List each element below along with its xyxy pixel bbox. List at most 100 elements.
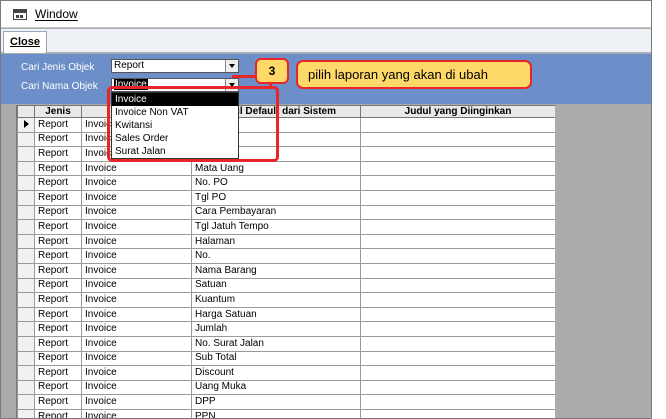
cell-judul-default: Kuantum <box>191 292 361 308</box>
cell-judul-default: Cara Pembayaran <box>191 204 361 221</box>
row-selector[interactable] <box>17 248 35 264</box>
current-row-pointer-icon <box>23 120 29 129</box>
cell-judul-diinginkan[interactable] <box>360 292 555 308</box>
cell-jenis: Report <box>34 204 82 221</box>
cell-judul-diinginkan[interactable] <box>360 365 555 381</box>
close-button[interactable]: Close <box>3 31 47 53</box>
cell-judul-default: Mata Uang <box>191 160 361 177</box>
cell-judul-diinginkan[interactable] <box>360 175 555 191</box>
cell-jenis: Report <box>34 306 82 323</box>
cell-judul-default: Tgl PO <box>191 189 361 206</box>
table-row[interactable]: Report Invoice No. PO <box>17 175 555 191</box>
cell-judul-diinginkan[interactable] <box>360 248 555 264</box>
cell-judul-diinginkan[interactable] <box>360 379 555 396</box>
window-title[interactable]: Window <box>35 7 78 21</box>
nama-objek-dropdown-list: Invoice Invoice Non VAT Kwitansi Sales Orde… <box>111 92 239 159</box>
cell-judul-default: Discount <box>191 365 361 381</box>
jenis-objek-combo[interactable]: Report <box>111 59 239 73</box>
cell-nama: Invoice <box>81 160 192 177</box>
cell-jenis: Report <box>34 335 82 352</box>
row-selector[interactable] <box>17 175 35 191</box>
table-row[interactable]: ReportInvoiceINVOICE <box>17 117 555 133</box>
cell-judul-diinginkan[interactable] <box>360 306 555 323</box>
table-row[interactable]: Report Invoice Discount <box>17 365 555 381</box>
row-selector[interactable] <box>17 189 35 206</box>
cell-judul-diinginkan[interactable] <box>360 233 555 250</box>
row-selector[interactable] <box>17 379 35 396</box>
dropdown-item[interactable]: Invoice Non VAT <box>112 106 238 119</box>
cell-judul-default: No. Surat Jalan <box>191 335 361 352</box>
table-row[interactable]: Report Invoice Jumlah <box>17 321 555 337</box>
dropdown-item[interactable]: Surat Jalan <box>112 145 238 158</box>
row-selector[interactable] <box>17 219 35 235</box>
row-selector[interactable] <box>17 292 35 308</box>
row-selector[interactable] <box>17 365 35 381</box>
cell-judul-diinginkan[interactable] <box>360 160 555 177</box>
row-selector[interactable] <box>17 262 35 279</box>
table-row[interactable]: Report Invoice Cara Pembayaran <box>17 204 555 221</box>
table-row[interactable]: Report Invoice Harga Satuan <box>17 306 555 323</box>
cell-judul-diinginkan[interactable] <box>360 146 555 162</box>
row-selector[interactable] <box>17 131 35 148</box>
table-row[interactable]: Report Invoice Tgl Jatuh Tempo <box>17 219 555 235</box>
cell-judul-diinginkan[interactable] <box>360 117 555 133</box>
table-row[interactable]: Report Invoice Halaman <box>17 233 555 250</box>
row-selector[interactable] <box>17 204 35 221</box>
row-selector[interactable] <box>17 146 35 162</box>
cell-judul-diinginkan[interactable] <box>360 335 555 352</box>
dropdown-item[interactable]: Kwitansi <box>112 119 238 132</box>
nama-objek-combo[interactable]: Invoice <box>111 78 239 92</box>
cell-jenis: Report <box>34 365 82 381</box>
cell-judul-diinginkan[interactable] <box>360 394 555 410</box>
row-selector[interactable] <box>17 335 35 352</box>
table-row[interactable]: Report Invoice Kuantum <box>17 292 555 308</box>
cell-judul-diinginkan[interactable] <box>360 262 555 279</box>
table-row[interactable]: Report Invoice PPN <box>17 408 555 418</box>
row-selector[interactable] <box>17 394 35 410</box>
table-row[interactable]: Report Invoice Sub Total <box>17 350 555 367</box>
cell-judul-diinginkan[interactable] <box>360 408 555 418</box>
cell-judul-diinginkan[interactable] <box>360 350 555 367</box>
table-row[interactable]: Report Invoice No. Surat Jalan <box>17 335 555 352</box>
row-selector[interactable] <box>17 117 35 133</box>
cell-jenis: Report <box>34 394 82 410</box>
dropdown-item[interactable]: Invoice <box>112 93 238 106</box>
row-selector[interactable] <box>17 306 35 323</box>
cell-judul-diinginkan[interactable] <box>360 189 555 206</box>
table-row[interactable]: ReportInvoiceTanggal <box>17 146 555 162</box>
cell-jenis: Report <box>34 219 82 235</box>
column-header-jenis[interactable]: Jenis <box>34 105 82 118</box>
cell-jenis: Report <box>34 277 82 294</box>
table-row[interactable]: Report Invoice Satuan <box>17 277 555 294</box>
table-row[interactable]: Report Invoice DPP <box>17 394 555 410</box>
title-bar: Window <box>1 1 651 28</box>
row-selector[interactable] <box>17 321 35 337</box>
column-header-selector <box>17 105 35 118</box>
cell-judul-default: No. <box>191 248 361 264</box>
row-selector[interactable] <box>17 350 35 367</box>
column-header-judul-diinginkan[interactable]: Judul yang Diinginkan <box>360 105 555 118</box>
row-selector[interactable] <box>17 160 35 177</box>
dropdown-item[interactable]: Sales Order <box>112 132 238 145</box>
table-row[interactable]: Report Invoice Uang Muka <box>17 379 555 396</box>
table-row[interactable]: ReportInvoiceNo. Inv. <box>17 131 555 148</box>
cell-judul-diinginkan[interactable] <box>360 321 555 337</box>
cell-nama: Invoice <box>81 248 192 264</box>
table-row[interactable]: Report Invoice Tgl PO <box>17 189 555 206</box>
row-selector[interactable] <box>17 233 35 250</box>
cell-judul-diinginkan[interactable] <box>360 204 555 221</box>
cell-judul-default: Sub Total <box>191 350 361 367</box>
row-selector[interactable] <box>17 408 35 418</box>
table-row[interactable]: Report Invoice No. <box>17 248 555 264</box>
row-selector[interactable] <box>17 277 35 294</box>
cell-judul-diinginkan[interactable] <box>360 131 555 148</box>
cell-jenis: Report <box>34 262 82 279</box>
chevron-down-icon[interactable] <box>225 60 238 72</box>
table-row[interactable]: Report Invoice Mata Uang <box>17 160 555 177</box>
cell-jenis: Report <box>34 175 82 191</box>
grid-header-row: Jenis Nama Judul Default dari Sistem Jud… <box>17 105 555 118</box>
cell-judul-diinginkan[interactable] <box>360 219 555 235</box>
table-row[interactable]: Report Invoice Nama Barang <box>17 262 555 279</box>
cell-jenis: Report <box>34 131 82 148</box>
cell-judul-diinginkan[interactable] <box>360 277 555 294</box>
